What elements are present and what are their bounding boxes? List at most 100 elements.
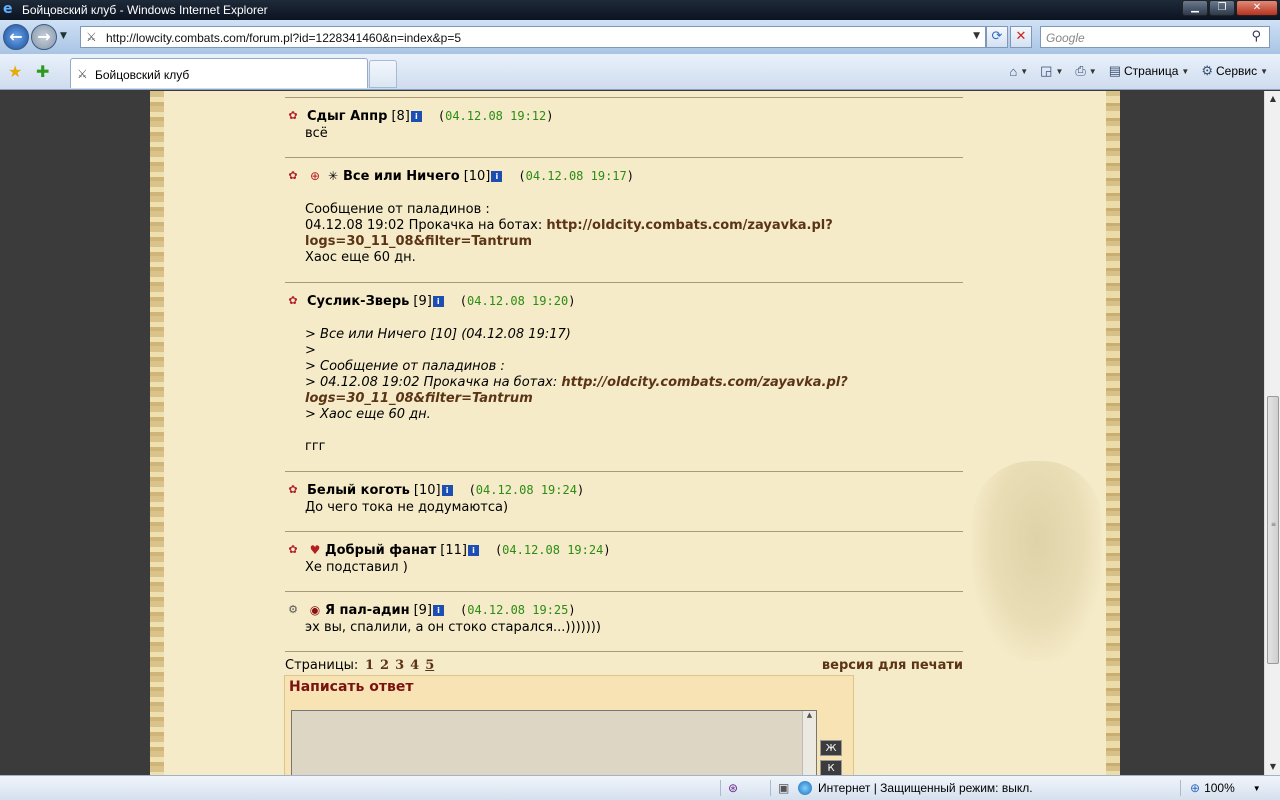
page-menu-label: Страница <box>1124 64 1179 78</box>
rss-icon: ◲ <box>1040 63 1053 78</box>
forum-post: ⚙ ◉ Я пал-адин [9] i (04.12.08 19:25) эх… <box>285 592 963 651</box>
italic-button[interactable]: К <box>820 760 842 775</box>
zone-label: Интернет | Защищенный режим: выкл. <box>818 781 1033 795</box>
home-button[interactable]: ⌂ ▼ <box>1005 64 1032 79</box>
scroll-up-icon[interactable]: ▲ <box>1265 91 1280 107</box>
post-date: (04.12.08 19:25) <box>460 603 576 617</box>
clan-icon: ✿ <box>288 169 298 182</box>
bold-button[interactable]: Ж <box>820 740 842 756</box>
history-dropdown-icon[interactable]: ▼ <box>60 31 70 43</box>
security-icon[interactable]: ▣ <box>778 781 789 795</box>
post-body: Хе подставил ) <box>305 560 408 575</box>
add-favorites-icon[interactable]: ✚ <box>36 62 49 81</box>
stop-button[interactable]: ✕ <box>1010 26 1032 48</box>
address-toolbar: ← → ▼ ⚔ http://lowcity.combats.com/forum… <box>0 20 1280 54</box>
status-bar: ⊛ ▣ Интернет | Защищенный режим: выкл. ⊕… <box>0 775 1280 800</box>
parchment-right-edge <box>1106 91 1120 775</box>
textarea-scrollbar[interactable]: ▲ <box>802 711 816 775</box>
page-menu[interactable]: ▤ Страница ▼ <box>1105 63 1194 79</box>
address-bar[interactable]: ⚔ http://lowcity.combats.com/forum.pl?id… <box>80 26 986 48</box>
log-link-cont[interactable]: logs=30_11_08&filter=Tantrum <box>305 234 963 250</box>
post-level: [10] <box>463 168 491 184</box>
close-button[interactable]: ✕ <box>1236 0 1278 16</box>
pages-label: Страницы: <box>285 658 359 673</box>
pagination: Страницы: 1 2 3 4 5 версия для печати <box>285 657 963 675</box>
gear-icon: ⚙ <box>1201 63 1213 78</box>
info-icon[interactable]: i <box>441 484 453 496</box>
security-zone[interactable]: Интернет | Защищенный режим: выкл. <box>798 781 1033 795</box>
page-link[interactable]: 4 <box>410 658 419 673</box>
parchment-left-edge <box>150 91 164 775</box>
home-icon: ⌂ <box>1009 63 1018 79</box>
window-titlebar: e Бойцовский клуб - Windows Internet Exp… <box>0 0 1280 20</box>
info-icon[interactable]: i <box>467 544 479 556</box>
log-link[interactable]: http://oldcity.combats.com/zayavka.pl? <box>561 375 847 390</box>
print-dropdown-icon[interactable]: ▼ <box>1089 67 1097 76</box>
post-author[interactable]: Суслик-Зверь <box>307 294 409 309</box>
log-link-cont[interactable]: logs=30_11_08&filter=Tantrum <box>305 391 963 407</box>
address-dropdown-icon[interactable]: ▼ <box>973 31 980 41</box>
post-author[interactable]: Белый коготь <box>307 483 410 498</box>
info-icon[interactable]: i <box>433 604 444 616</box>
flag-icon: ⊕ <box>309 169 321 183</box>
globe-icon <box>798 781 812 795</box>
info-icon[interactable]: i <box>491 170 503 182</box>
search-placeholder[interactable]: Google <box>1046 31 1085 45</box>
site-favicon-icon: ⚔ <box>86 30 97 44</box>
tools-menu-label: Сервис <box>1215 64 1258 78</box>
info-icon[interactable]: i <box>432 295 444 307</box>
back-button[interactable]: ← <box>3 24 29 50</box>
forum-post: ✿ Суслик-Зверь [9] i (04.12.08 19:20) > … <box>285 283 963 471</box>
zoom-control[interactable]: ⊕ 100% ▼ <box>1190 781 1261 795</box>
page-link[interactable]: 2 <box>380 658 389 673</box>
page-scrollbar[interactable]: ▲ ≡ ▼ <box>1264 91 1280 775</box>
post-author[interactable]: Я пал-адин <box>325 603 410 618</box>
search-box[interactable]: Google ⚲ <box>1040 26 1270 48</box>
feeds-button[interactable]: ◲ ▼ <box>1036 63 1067 79</box>
tab-label: Бойцовский клуб <box>95 68 190 82</box>
home-dropdown-icon[interactable]: ▼ <box>1020 67 1028 76</box>
forum-post: ✿ ⊕ ✳ Все или Ничего [10] i (04.12.08 19… <box>285 158 963 282</box>
minimize-button[interactable]: ▁ <box>1182 0 1208 16</box>
tools-menu[interactable]: ⚙ Сервис ▼ <box>1197 63 1272 79</box>
address-url[interactable]: http://lowcity.combats.com/forum.pl?id=1… <box>106 31 461 45</box>
feeds-dropdown-icon[interactable]: ▼ <box>1055 67 1063 76</box>
zoom-icon: ⊕ <box>1190 781 1201 795</box>
page-link[interactable]: 1 <box>365 658 374 673</box>
info-icon[interactable]: i <box>410 110 422 122</box>
reply-textarea[interactable]: ▲ <box>291 710 817 775</box>
post-author[interactable]: Все или Ничего <box>343 169 460 184</box>
post-level: [9] <box>413 602 432 618</box>
page-viewport: ✿ Сдыг Аппр [8] i (04.12.08 19:12) всё ✿… <box>0 91 1264 775</box>
print-version-link[interactable]: версия для печати <box>822 658 963 673</box>
maximize-button[interactable]: ❐ <box>1209 0 1235 16</box>
paladin-icon: ◉ <box>309 603 321 617</box>
command-bar: ⌂ ▼ ◲ ▼ ⎙ ▼ ▤ Страница ▼ ⚙ Сервис ▼ <box>1005 63 1272 79</box>
zoom-dropdown-icon: ▼ <box>1252 783 1261 793</box>
page-link-current[interactable]: 5 <box>425 658 434 673</box>
tab-active[interactable]: ⚔ Бойцовский клуб <box>70 58 368 88</box>
post-divider <box>285 651 963 652</box>
clan-icon: ✿ <box>288 543 298 556</box>
post-body: > Все или Ничего [10] (04.12.08 19:17) >… <box>285 327 963 455</box>
page-link[interactable]: 3 <box>395 658 404 673</box>
post-date: (04.12.08 19:20) <box>459 294 576 308</box>
post-date: (04.12.08 19:17) <box>518 169 634 183</box>
forward-button[interactable]: → <box>31 24 57 50</box>
refresh-button[interactable]: ⟳ <box>986 26 1008 48</box>
popup-blocker-icon[interactable]: ⊛ <box>728 781 738 795</box>
post-level: [10] <box>413 482 441 498</box>
log-link[interactable]: http://oldcity.combats.com/zayavka.pl? <box>546 218 832 233</box>
new-tab-button[interactable] <box>369 60 397 88</box>
scroll-down-icon[interactable]: ▼ <box>1265 759 1280 775</box>
post-author[interactable]: Сдыг Аппр <box>307 109 387 124</box>
post-level: [8] <box>391 108 410 124</box>
search-icon[interactable]: ⚲ <box>1251 29 1261 44</box>
zoom-level: 100% <box>1204 781 1235 795</box>
favorites-star-icon[interactable]: ★ <box>8 62 22 81</box>
print-button[interactable]: ⎙ ▼ <box>1071 63 1100 79</box>
scroll-thumb[interactable]: ≡ <box>1267 396 1279 664</box>
clan-icon: ✿ <box>288 294 298 307</box>
post-author[interactable]: Добрый фанат <box>325 543 436 558</box>
status-divider <box>770 780 771 796</box>
